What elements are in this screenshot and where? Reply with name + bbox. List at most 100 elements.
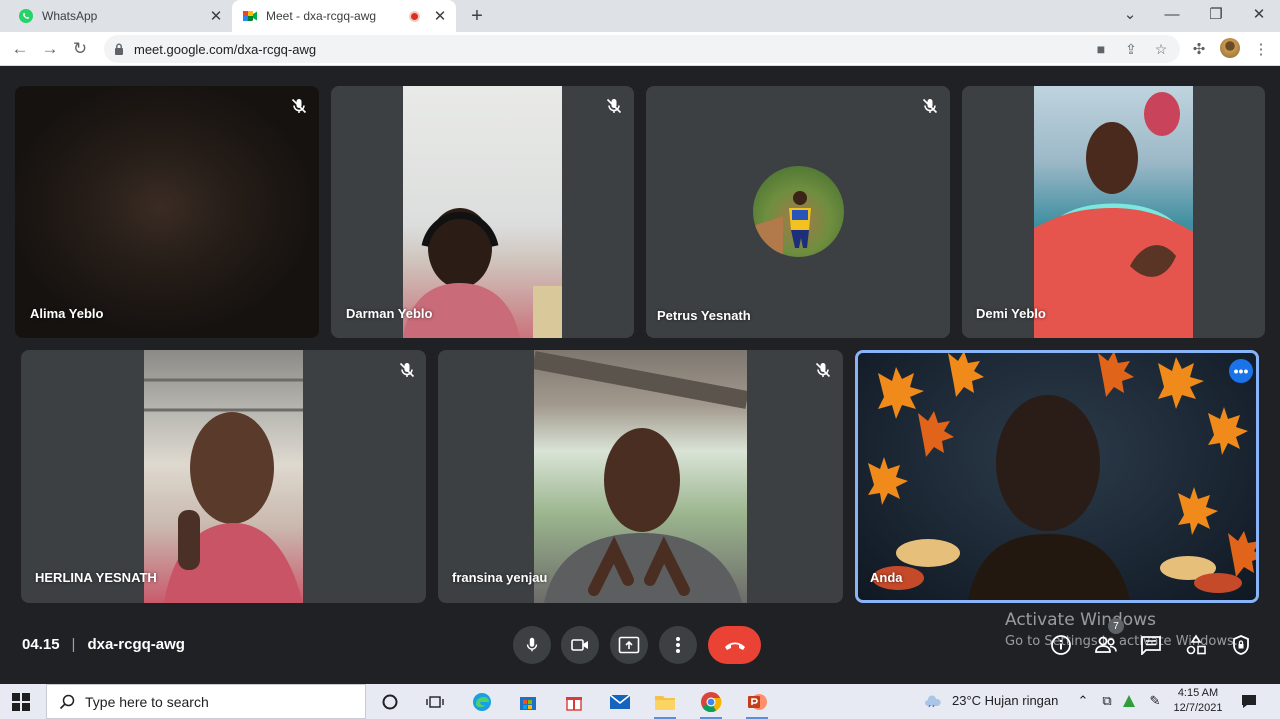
google-meet-icon	[243, 11, 257, 21]
participant-tile[interactable]: fransina yenjau	[438, 350, 843, 603]
present-screen-icon	[618, 636, 640, 654]
back-button[interactable]: ←	[8, 37, 32, 61]
tab-title: Meet - dxa-rcgq-awg	[266, 9, 377, 23]
participant-name: Anda	[870, 570, 903, 585]
notifications-icon[interactable]	[1240, 692, 1258, 710]
self-view-tile[interactable]: ••• Anda	[855, 350, 1259, 603]
more-vert-icon	[676, 637, 680, 653]
address-bar[interactable]: meet.google.com/dxa-rcgq-awg ■ ⇪ ☆	[104, 35, 1180, 63]
tab-search-icon[interactable]: ⌄	[1116, 3, 1144, 25]
participant-silhouette	[144, 378, 303, 603]
nvidia-triangle-icon[interactable]	[1120, 692, 1138, 710]
clock-date: 12/7/2021	[1173, 702, 1223, 714]
mail-icon[interactable]	[605, 688, 635, 716]
leave-call-button[interactable]	[708, 626, 761, 664]
meeting-controls: 04.15 | dxa-rcgq-awg Activate Windows Go…	[0, 604, 1280, 684]
participant-name: Petrus Yesnath	[657, 308, 751, 323]
participant-silhouette	[1034, 92, 1193, 338]
chat-icon[interactable]	[1138, 632, 1164, 658]
weather-text[interactable]: 23°C Hujan ringan	[952, 693, 1058, 708]
powerpoint-icon[interactable]	[742, 688, 772, 719]
task-view-icon[interactable]	[420, 688, 450, 716]
new-tab-button[interactable]: +	[466, 5, 488, 27]
video-camera-icon	[571, 639, 588, 651]
reload-button[interactable]: ↻	[68, 37, 92, 61]
windows-taskbar: Type here to search 23°C Hujan ringan ⌃ …	[0, 684, 1280, 719]
participant-tile[interactable]: HERLINA YESNATH	[21, 350, 426, 603]
meeting-details-info-icon[interactable]	[1048, 632, 1074, 658]
mic-muted-icon	[291, 98, 307, 114]
camera-button[interactable]	[561, 626, 599, 664]
maximize-button[interactable]: ❐	[1202, 3, 1230, 25]
close-icon[interactable]: ✕	[206, 6, 226, 26]
participant-tile[interactable]: Demi Yeblo	[962, 86, 1265, 338]
participant-avatar	[753, 166, 844, 257]
recording-icon	[409, 10, 420, 22]
microphone-button[interactable]	[513, 626, 551, 664]
edge-browser-icon[interactable]	[467, 688, 497, 716]
host-controls-shield-icon[interactable]	[1228, 632, 1254, 658]
browser-tabstrip: WhatsApp ✕ Meet - dxa-rcgq-awg ✕ + ⌄ — ❐…	[0, 0, 1280, 32]
mic-muted-icon	[606, 98, 622, 114]
participant-tile[interactable]: Alima Yeblo	[15, 86, 319, 338]
microsoft-store-icon[interactable]	[513, 688, 543, 716]
mic-muted-icon	[922, 98, 938, 114]
pen-icon[interactable]: ✎	[1146, 692, 1164, 710]
windows-start-icon[interactable]	[12, 693, 30, 711]
mic-muted-icon	[399, 362, 415, 378]
participant-name: Alima Yeblo	[30, 306, 104, 321]
weather-cloud-icon[interactable]	[924, 692, 942, 710]
profile-avatar[interactable]	[1220, 38, 1240, 58]
tray-app-icon[interactable]: ⧉	[1098, 692, 1116, 710]
activities-icon[interactable]	[1183, 632, 1209, 658]
participant-video	[403, 86, 562, 338]
participant-silhouette	[403, 208, 562, 338]
meeting-details: 04.15 | dxa-rcgq-awg	[22, 636, 185, 653]
participant-name: fransina yenjau	[452, 570, 548, 585]
extensions-puzzle-icon[interactable]: ✣	[1188, 38, 1210, 60]
cortana-icon[interactable]	[375, 688, 405, 716]
chrome-icon[interactable]	[696, 688, 726, 719]
browser-menu-icon[interactable]: ⋮	[1250, 38, 1272, 60]
url-text: meet.google.com/dxa-rcgq-awg	[134, 41, 317, 57]
hang-up-phone-icon	[724, 642, 745, 650]
forward-button[interactable]: →	[38, 37, 62, 61]
participant-video	[532, 350, 749, 603]
share-icon[interactable]: ⇪	[1120, 35, 1142, 63]
mic-muted-icon	[815, 362, 831, 378]
more-options-button[interactable]: •••	[1229, 359, 1253, 383]
bookmark-star-icon[interactable]: ☆	[1150, 35, 1172, 63]
participant-video	[144, 350, 303, 603]
gift-app-icon[interactable]	[559, 688, 589, 716]
participant-tile[interactable]: Darman Yeblo	[331, 86, 634, 338]
tab-meet[interactable]: Meet - dxa-rcgq-awg ✕	[232, 0, 456, 32]
whatsapp-icon	[19, 9, 33, 23]
chevron-up-icon[interactable]: ⌃	[1074, 692, 1092, 710]
people-icon[interactable]	[1093, 632, 1119, 658]
meeting-separator: |	[71, 636, 76, 653]
taskbar-search-input[interactable]: Type here to search	[46, 684, 366, 719]
self-video	[858, 353, 1256, 600]
search-placeholder: Type here to search	[85, 693, 209, 710]
participant-tile[interactable]: Petrus Yesnath	[646, 86, 950, 338]
camera-icon[interactable]: ■	[1090, 35, 1112, 63]
lock-icon	[115, 43, 123, 55]
more-options-button[interactable]	[659, 626, 697, 664]
window-close-button[interactable]: ✕	[1245, 3, 1273, 25]
participant-name: Demi Yeblo	[976, 306, 1046, 321]
participant-name: HERLINA YESNATH	[35, 570, 157, 585]
present-screen-button[interactable]	[610, 626, 648, 664]
file-explorer-icon[interactable]	[650, 688, 680, 719]
participant-name: Darman Yeblo	[346, 306, 433, 321]
participant-count-badge: 7	[1108, 618, 1124, 634]
meeting-clock: 04.15	[22, 636, 60, 653]
tab-title: WhatsApp	[42, 9, 98, 23]
minimize-button[interactable]: —	[1158, 3, 1186, 25]
tab-whatsapp[interactable]: WhatsApp ✕	[8, 0, 232, 32]
close-icon[interactable]: ✕	[430, 6, 450, 26]
taskbar-clock[interactable]: 4:15 AM 12/7/2021	[1172, 686, 1224, 716]
browser-toolbar: ← → ↻ meet.google.com/dxa-rcgq-awg ■ ⇪ ☆…	[0, 32, 1280, 66]
avatar-person	[753, 191, 811, 257]
participant-video	[15, 86, 319, 338]
meeting-code: dxa-rcgq-awg	[87, 636, 185, 653]
